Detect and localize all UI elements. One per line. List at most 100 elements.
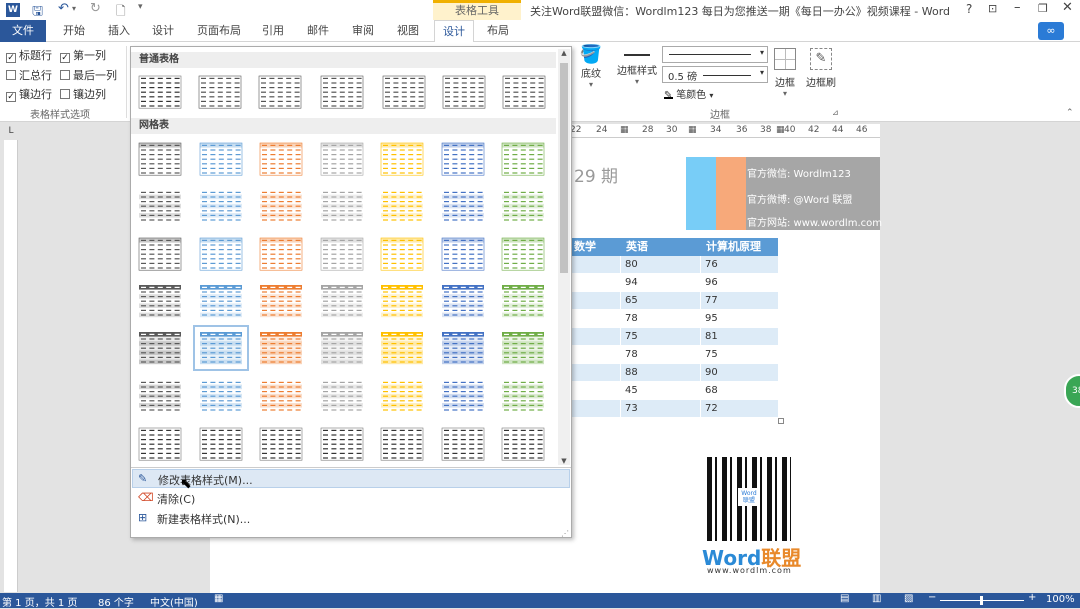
zoom-slider-thumb[interactable]	[980, 596, 983, 605]
table-style-thumbnail[interactable]	[379, 378, 425, 414]
tab-home[interactable]: 开始	[54, 20, 94, 42]
table-style-thumbnail[interactable]	[258, 378, 304, 414]
cell-math[interactable]	[570, 346, 620, 363]
borders-button[interactable]: 边框 ▾	[772, 46, 798, 102]
zoom-level[interactable]: 100%	[1046, 594, 1075, 605]
table-resize-handle[interactable]	[778, 418, 784, 424]
table-style-thumbnail[interactable]	[440, 188, 486, 224]
table-style-thumbnail[interactable]	[440, 283, 486, 319]
cell-math[interactable]	[570, 364, 620, 381]
page-count[interactable]: 第 1 页，共 1 页	[2, 594, 77, 609]
table-style-thumbnail[interactable]	[501, 74, 547, 110]
table-style-thumbnail[interactable]	[319, 378, 365, 414]
table-style-thumbnail[interactable]	[198, 141, 244, 177]
table-style-thumbnail[interactable]	[440, 426, 486, 462]
border-styles-button[interactable]: 边框样式 ▾	[614, 46, 660, 102]
table-row[interactable]: 75 81	[570, 328, 778, 346]
table-style-thumbnail[interactable]	[258, 330, 304, 366]
web-layout-icon[interactable]: ▧	[904, 593, 913, 604]
table-style-thumbnail[interactable]	[440, 330, 486, 366]
zoom-out-icon[interactable]: −	[928, 592, 936, 603]
redo-icon[interactable]: ↻	[90, 1, 101, 16]
ribbon-display-icon[interactable]: ⊡	[988, 2, 997, 15]
table-style-thumbnail[interactable]	[198, 188, 244, 224]
read-mode-icon[interactable]: ▤	[840, 593, 849, 604]
table-style-thumbnail[interactable]	[319, 283, 365, 319]
help-button[interactable]: ?	[966, 2, 972, 16]
table-row[interactable]: 73 72	[570, 400, 778, 418]
table-style-thumbnail[interactable]	[500, 426, 546, 462]
table-style-thumbnail[interactable]	[258, 283, 304, 319]
tab-mailings[interactable]: 邮件	[298, 20, 338, 42]
cell-math[interactable]	[570, 400, 620, 417]
undo-dropdown-icon[interactable]: ▾	[72, 4, 76, 13]
cell-cs[interactable]: 90	[700, 364, 778, 381]
cell-cs[interactable]: 72	[700, 400, 778, 417]
table-style-thumbnail[interactable]	[441, 74, 487, 110]
cell-english[interactable]: 80	[620, 256, 700, 273]
table-style-thumbnail[interactable]	[319, 330, 365, 366]
resize-grip-icon[interactable]: ⋰	[561, 529, 569, 538]
cell-cs[interactable]: 75	[700, 346, 778, 363]
word-count[interactable]: 86 个字	[98, 594, 134, 609]
shading-button[interactable]: 🪣 底纹 ▾	[576, 44, 606, 100]
cell-english[interactable]: 88	[620, 364, 700, 381]
table-style-thumbnail[interactable]	[198, 426, 244, 462]
checkbox-first-column[interactable]: ✓ 第一列	[60, 47, 106, 63]
checkbox-last-column[interactable]: 最后一列	[60, 67, 117, 83]
cell-english[interactable]: 75	[620, 328, 700, 345]
table-style-thumbnail[interactable]	[137, 330, 183, 366]
table-style-thumbnail[interactable]	[319, 74, 365, 110]
scrollbar-thumb[interactable]	[560, 63, 568, 273]
table-style-thumbnail[interactable]	[379, 283, 425, 319]
table-style-thumbnail[interactable]	[379, 141, 425, 177]
tab-review[interactable]: 审阅	[343, 20, 383, 42]
table-row[interactable]: 65 77	[570, 292, 778, 310]
cell-english[interactable]: 65	[620, 292, 700, 309]
table-style-thumbnail[interactable]	[258, 188, 304, 224]
table-style-thumbnail[interactable]	[319, 141, 365, 177]
tab-design[interactable]: 设计	[143, 20, 183, 42]
border-painter-button[interactable]: ✎ 边框刷	[804, 46, 838, 102]
table-row[interactable]: 78 95	[570, 310, 778, 328]
table-style-thumbnail[interactable]	[379, 426, 425, 462]
restore-icon[interactable]: ❐	[1038, 2, 1048, 15]
close-icon[interactable]: ✕	[1062, 0, 1073, 15]
language[interactable]: 中文(中国)	[150, 594, 198, 609]
table-style-thumbnail[interactable]	[440, 378, 486, 414]
cell-math[interactable]	[570, 292, 620, 309]
zoom-slider[interactable]	[940, 596, 1024, 605]
table-style-thumbnail[interactable]	[137, 426, 183, 462]
table-style-thumbnail[interactable]	[137, 236, 183, 272]
table-style-thumbnail[interactable]	[258, 236, 304, 272]
table-style-thumbnail[interactable]	[500, 378, 546, 414]
tab-view[interactable]: 视图	[388, 20, 428, 42]
menu-modify-style[interactable]: ✎ 修改表格样式(M)...	[132, 469, 570, 488]
table-style-thumbnail[interactable]	[500, 141, 546, 177]
zoom-in-icon[interactable]: +	[1028, 592, 1036, 603]
table-style-thumbnail[interactable]	[137, 283, 183, 319]
table-row[interactable]: 88 90	[570, 364, 778, 382]
table-style-thumbnail[interactable]	[258, 426, 304, 462]
checkbox-banded-columns[interactable]: 镶边列	[60, 86, 106, 102]
tab-references[interactable]: 引用	[253, 20, 293, 42]
ruler-marker[interactable]: ▦	[620, 125, 629, 135]
table-style-thumbnail[interactable]	[197, 74, 243, 110]
cell-cs[interactable]: 96	[700, 274, 778, 291]
table-style-thumbnail[interactable]	[137, 188, 183, 224]
table-style-thumbnail[interactable]	[319, 188, 365, 224]
scroll-down-icon[interactable]: ▼	[558, 457, 570, 465]
menu-clear[interactable]: ⌫ 清除(C)	[132, 489, 570, 508]
line-style-dropdown[interactable]: ▾	[662, 46, 768, 63]
tab-file[interactable]: 文件	[0, 20, 46, 42]
checkbox-header-row[interactable]: ✓ 标题行	[6, 47, 52, 63]
table-style-thumbnail[interactable]	[257, 74, 303, 110]
tab-table-layout[interactable]: 布局	[478, 20, 518, 42]
table-row[interactable]: 94 96	[570, 274, 778, 292]
cell-cs[interactable]: 76	[700, 256, 778, 273]
table-style-thumbnail[interactable]	[137, 378, 183, 414]
tab-selector-icon[interactable]: L	[4, 126, 18, 138]
table-style-thumbnail[interactable]	[500, 330, 546, 366]
table-style-thumbnail[interactable]	[440, 236, 486, 272]
table-style-thumbnail[interactable]	[500, 283, 546, 319]
